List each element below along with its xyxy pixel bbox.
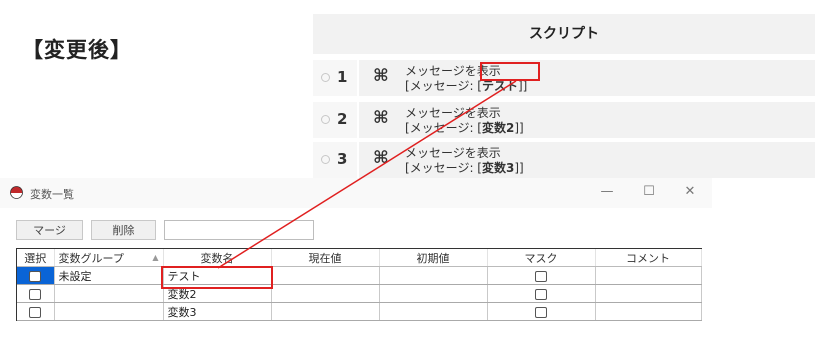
connector-line bbox=[217, 80, 517, 269]
